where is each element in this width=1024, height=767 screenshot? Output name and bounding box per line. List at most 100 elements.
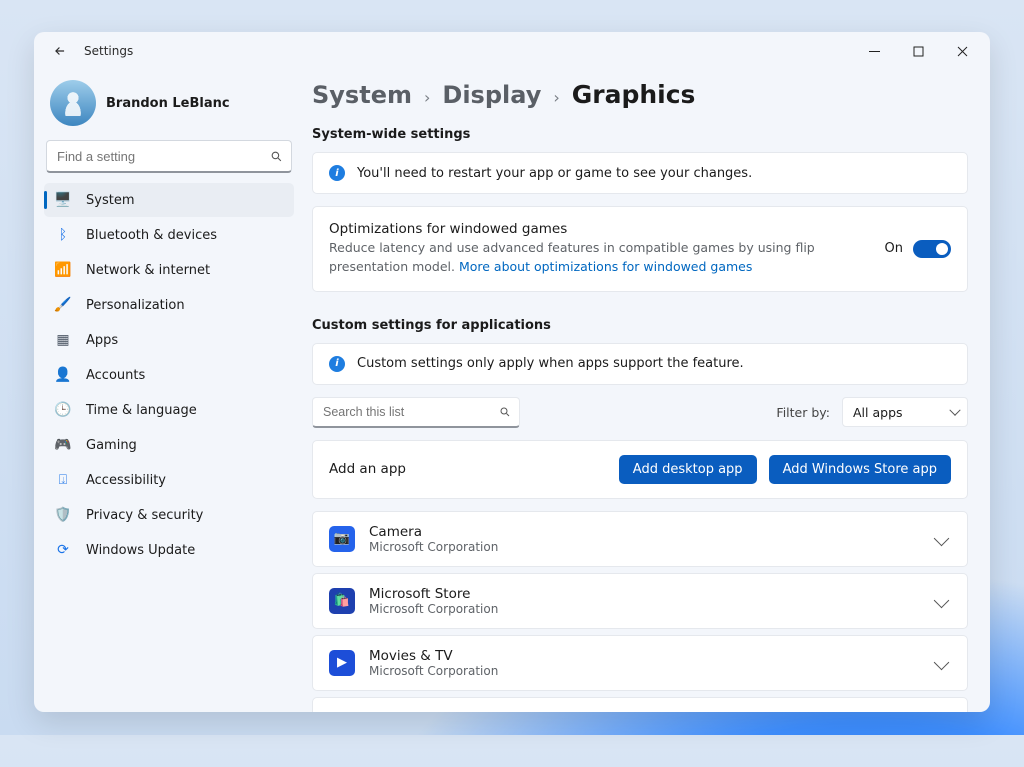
nav-item-label: Network & internet <box>86 263 210 278</box>
filter-row: Filter by: All apps <box>312 397 968 428</box>
nav-item-gaming[interactable]: 🎮 Gaming <box>44 428 294 462</box>
nav-item-apps[interactable]: ▦Apps <box>44 323 294 357</box>
breadcrumb-display[interactable]: Display <box>442 81 541 109</box>
info-custom-card: i Custom settings only apply when apps s… <box>312 343 968 385</box>
network-internet-icon: 📶 <box>54 261 72 279</box>
nav-item-accessibility[interactable]: ⍗Accessibility <box>44 463 294 497</box>
chevron-down-icon <box>934 531 950 547</box>
title-bar: Settings <box>34 32 990 70</box>
filter-by-label: Filter by: <box>776 405 830 420</box>
app-publisher: Microsoft Corporation <box>369 602 922 616</box>
app-row[interactable]: 🖼️PhotosMicrosoft Corporation <box>312 697 968 713</box>
find-a-setting-search[interactable] <box>46 140 292 173</box>
apps-list: 📷CameraMicrosoft Corporation🛍️Microsoft … <box>312 511 968 713</box>
info-custom-text: Custom settings only apply when apps sup… <box>357 356 744 371</box>
close-icon <box>957 46 968 57</box>
info-icon: i <box>329 165 345 181</box>
chevron-down-icon <box>934 655 950 671</box>
optimizations-desc: Reduce latency and use advanced features… <box>329 239 867 277</box>
optimizations-card: Optimizations for windowed games Reduce … <box>312 206 968 292</box>
nav-item-label: Accounts <box>86 368 145 383</box>
nav-item-label: Personalization <box>86 298 185 313</box>
windows-update-icon: ⟳ <box>54 541 72 559</box>
info-restart-card: i You'll need to restart your app or gam… <box>312 152 968 194</box>
sidebar: Brandon LeBlanc 🖥️ System ᛒBluetooth & dev… <box>34 70 304 712</box>
nav-item-personalization[interactable]: 🖌️ Personalization <box>44 288 294 322</box>
info-icon: i <box>329 356 345 372</box>
chevron-down-icon <box>934 593 950 609</box>
sidebar-search-input[interactable] <box>55 148 270 165</box>
info-restart-text: You'll need to restart your app or game … <box>357 166 752 181</box>
toggle-state-label: On <box>885 241 903 256</box>
gaming-icon: 🎮 <box>54 436 72 454</box>
nav-item-accounts[interactable]: 👤 Accounts <box>44 358 294 392</box>
system-icon: 🖥️ <box>54 191 72 209</box>
avatar <box>50 80 96 126</box>
app-name: Camera <box>369 524 922 540</box>
nav-item-time-language[interactable]: 🕒 Time & language <box>44 393 294 427</box>
app-name: Microsoft Store <box>369 586 922 602</box>
search-icon <box>499 406 511 418</box>
add-desktop-app-button[interactable]: Add desktop app <box>619 455 757 484</box>
add-app-label: Add an app <box>329 461 607 477</box>
maximize-icon <box>913 46 924 57</box>
list-search-input[interactable] <box>321 404 499 420</box>
personalization-icon: 🖌️ <box>54 296 72 314</box>
app-name: Photos <box>369 710 922 713</box>
breadcrumb: System › Display › Graphics <box>312 80 968 109</box>
nav-item-label: Apps <box>86 333 118 348</box>
optimizations-title: Optimizations for windowed games <box>329 221 867 237</box>
app-publisher: Microsoft Corporation <box>369 664 922 678</box>
list-search[interactable] <box>312 397 520 428</box>
back-arrow-icon <box>53 44 67 58</box>
app-icon: ▶ <box>329 650 355 676</box>
app-title: Settings <box>84 44 133 58</box>
back-button[interactable] <box>44 35 76 67</box>
add-app-card: Add an app Add desktop app Add Windows S… <box>312 440 968 499</box>
nav-item-label: Privacy & security <box>86 508 203 523</box>
add-windows-store-app-button[interactable]: Add Windows Store app <box>769 455 951 484</box>
breadcrumb-current: Graphics <box>572 80 696 109</box>
nav-item-privacy-security[interactable]: 🛡️ Privacy & security <box>44 498 294 532</box>
nav-item-label: Time & language <box>86 403 197 418</box>
nav-item-label: System <box>86 193 134 208</box>
optimizations-toggle[interactable] <box>913 240 951 258</box>
privacy-security-icon: 🛡️ <box>54 506 72 524</box>
nav-item-bluetooth-devices[interactable]: ᛒBluetooth & devices <box>44 218 294 252</box>
settings-window: Settings Brandon LeBlanc <box>34 32 990 712</box>
search-icon <box>270 150 283 163</box>
app-icon: 🖼️ <box>329 712 355 713</box>
app-row[interactable]: 📷 CameraMicrosoft Corporation <box>312 511 968 567</box>
section-systemwide-label: System-wide settings <box>312 127 968 142</box>
optimizations-learn-more-link[interactable]: More about optimizations for windowed ga… <box>459 259 752 274</box>
nav-item-label: Windows Update <box>86 543 195 558</box>
nav-item-label: Bluetooth & devices <box>86 228 217 243</box>
user-name: Brandon LeBlanc <box>106 96 230 111</box>
app-row[interactable]: ▶ Movies & TVMicrosoft Corporation <box>312 635 968 691</box>
accounts-icon: 👤 <box>54 366 72 384</box>
minimize-icon <box>869 46 880 57</box>
nav-item-network-internet[interactable]: 📶 Network & internet <box>44 253 294 287</box>
maximize-button[interactable] <box>896 35 940 67</box>
time-language-icon: 🕒 <box>54 401 72 419</box>
accessibility-icon: ⍗ <box>54 471 72 489</box>
app-publisher: Microsoft Corporation <box>369 540 922 554</box>
chevron-right-icon: › <box>424 88 430 107</box>
nav-item-windows-update[interactable]: ⟳ Windows Update <box>44 533 294 567</box>
chevron-right-icon: › <box>553 88 559 107</box>
window-controls <box>852 35 984 67</box>
app-name: Movies & TV <box>369 648 922 664</box>
nav-item-system[interactable]: 🖥️ System <box>44 183 294 217</box>
minimize-button[interactable] <box>852 35 896 67</box>
filter-dropdown-value: All apps <box>853 405 903 420</box>
close-button[interactable] <box>940 35 984 67</box>
app-icon: 🛍️ <box>329 588 355 614</box>
app-icon: 📷 <box>329 526 355 552</box>
nav-item-label: Gaming <box>86 438 137 453</box>
profile-block[interactable]: Brandon LeBlanc <box>44 76 294 136</box>
breadcrumb-system[interactable]: System <box>312 81 412 109</box>
nav-list: 🖥️ System ᛒBluetooth & devices 📶 Network & i… <box>44 183 294 567</box>
app-row[interactable]: 🛍️ Microsoft StoreMicrosoft Corporation <box>312 573 968 629</box>
filter-dropdown[interactable]: All apps <box>842 397 968 427</box>
section-custom-label: Custom settings for applications <box>312 318 968 333</box>
